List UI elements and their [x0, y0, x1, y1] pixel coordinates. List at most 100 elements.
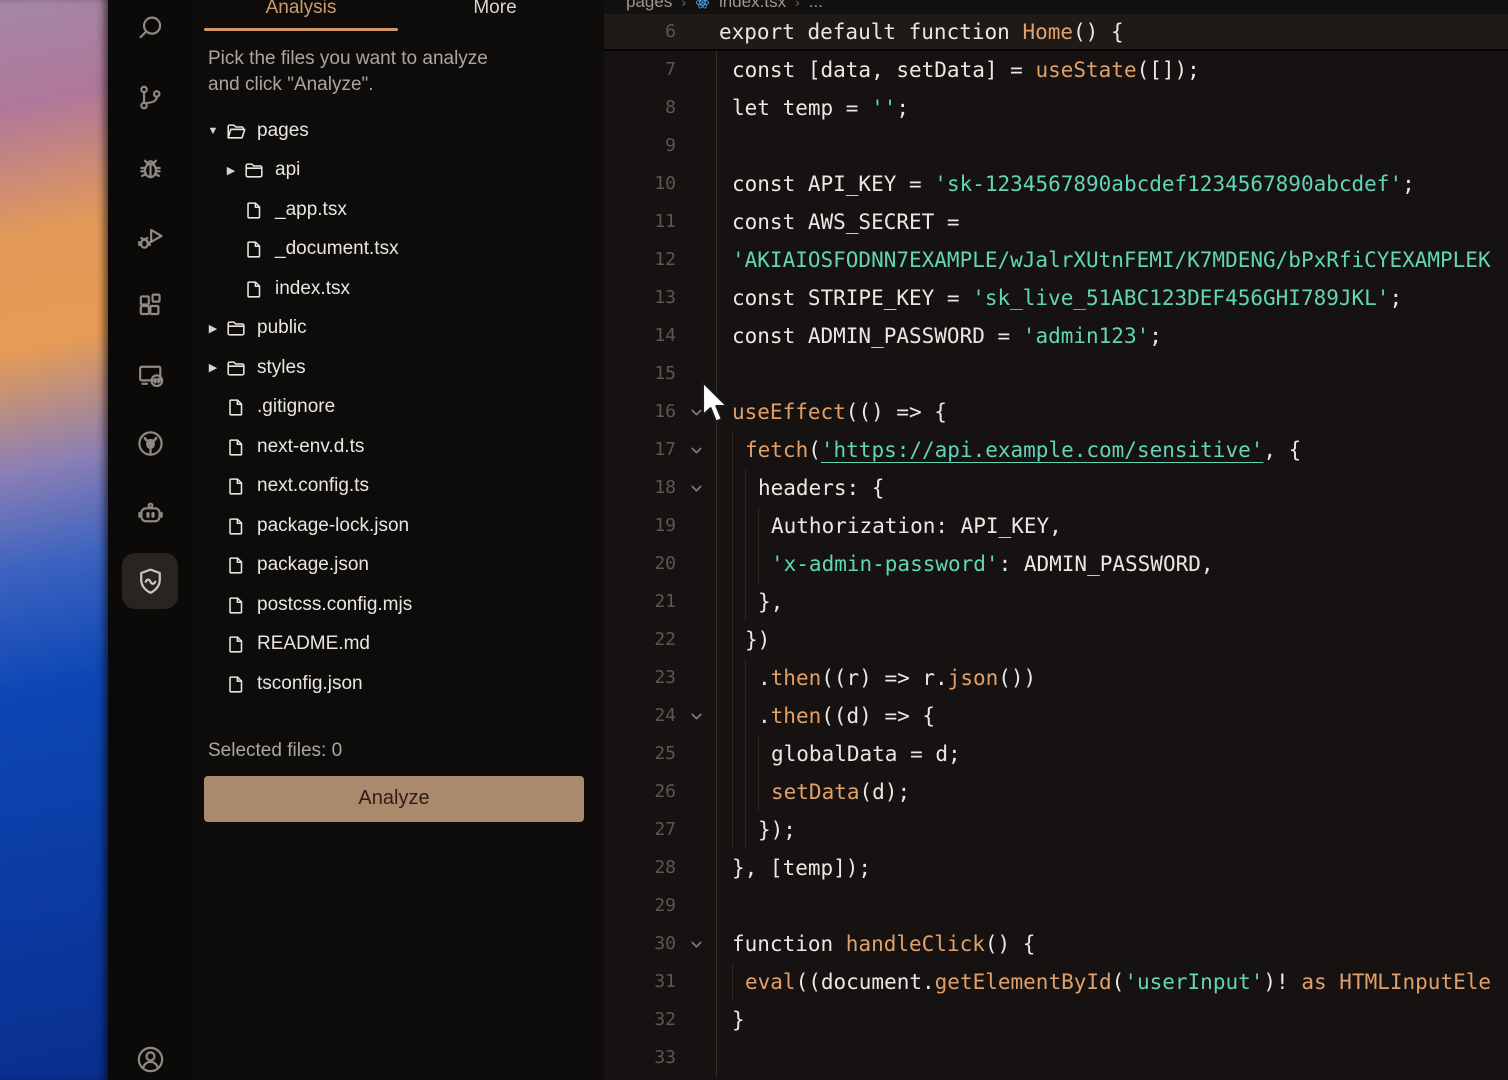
code-line[interactable]: 28}, [temp]);	[604, 849, 1508, 887]
breadcrumb[interactable]: pages›index.tsx›...	[604, 0, 1508, 14]
indent-guide	[719, 507, 732, 545]
token: function	[732, 932, 846, 956]
fold-chevron-icon[interactable]	[676, 469, 716, 507]
hint-line-1: Pick the files you want to analyze	[208, 48, 488, 69]
fold-chevron-icon[interactable]	[676, 697, 716, 735]
code-line[interactable]: 8let temp = '';	[604, 89, 1508, 127]
search-icon[interactable]	[128, 6, 172, 50]
tree-item-readme-md[interactable]: README.md	[192, 625, 604, 665]
code-line[interactable]: 13const STRIPE_KEY = 'sk_live_51ABC123DE…	[604, 279, 1508, 317]
code-line[interactable]: 30 function handleClick() {	[604, 925, 1508, 963]
code-line[interactable]: 15	[604, 355, 1508, 393]
tree-item-api[interactable]: ▶api	[192, 151, 604, 191]
tree-item-pages[interactable]: ▼pages	[192, 111, 604, 151]
code-line[interactable]: 14const ADMIN_PASSWORD = 'admin123';	[604, 317, 1508, 355]
copilot-icon[interactable]	[128, 491, 172, 535]
chevron-right-icon[interactable]: ▶	[220, 164, 242, 177]
tree-item-label: _document.tsx	[275, 238, 399, 260]
fold-spacer	[676, 241, 716, 279]
code-line[interactable]: 7const [data, setData] = useState([]);	[604, 51, 1508, 89]
code-line[interactable]: 31eval((document.getElementById('userInp…	[604, 963, 1508, 1001]
analyze-button[interactable]: Analyze	[204, 776, 584, 822]
code-line[interactable]: 33	[604, 1039, 1508, 1077]
tree-item-next-env-d-ts[interactable]: next-env.d.ts	[192, 427, 604, 467]
line-number: 30	[604, 925, 676, 963]
code-line[interactable]: 18headers: {	[604, 469, 1508, 507]
tree-item-postcss-config-mjs[interactable]: postcss.config.mjs	[192, 585, 604, 625]
tree-item-tsconfig-json[interactable]: tsconfig.json	[192, 664, 604, 704]
fold-spacer	[676, 355, 716, 393]
tree-item-app-tsx[interactable]: _app.tsx	[192, 190, 604, 230]
fold-chevron-icon[interactable]	[676, 431, 716, 469]
code-line[interactable]: 12 'AKIAIOSFODNN7EXAMPLE/wJalrXUtnFEMI/K7…	[604, 241, 1508, 279]
code-line[interactable]: 23.then((r) => r.json())	[604, 659, 1508, 697]
sticky-code-line[interactable]: 6export default function Home() {	[604, 14, 1508, 51]
breadcrumb-item[interactable]: pages	[626, 0, 672, 13]
source-control-icon[interactable]	[128, 75, 172, 119]
github-icon[interactable]	[128, 421, 172, 465]
code-line[interactable]: 19 Authorization: API_KEY,	[604, 507, 1508, 545]
token: }, [temp]);	[732, 856, 871, 880]
code-editor: pages›index.tsx›... 6export default func…	[604, 0, 1508, 1080]
line-number: 19	[604, 507, 676, 545]
tree-item-styles[interactable]: ▶styles	[192, 348, 604, 388]
tree-item-document-tsx[interactable]: _document.tsx	[192, 230, 604, 270]
code-line[interactable]: 26setData(d);	[604, 773, 1508, 811]
fold-spacer	[676, 1039, 716, 1077]
code-line[interactable]: 21},	[604, 583, 1508, 621]
tree-item-package-lock-json[interactable]: package-lock.json	[192, 506, 604, 546]
indent-guide	[732, 811, 745, 849]
token: }	[732, 1008, 745, 1032]
code-line[interactable]: 24.then((d) => {	[604, 697, 1508, 735]
tree-item-label: index.tsx	[275, 278, 350, 300]
code-text: function handleClick() {	[716, 925, 1508, 963]
remote-explorer-icon[interactable]	[128, 353, 172, 397]
tab-analysis[interactable]: Analysis	[204, 0, 398, 31]
fold-spacer	[676, 583, 716, 621]
extensions-icon[interactable]	[128, 284, 172, 328]
code-line[interactable]: 27});	[604, 811, 1508, 849]
indent-guide	[719, 887, 732, 925]
code-line[interactable]: 17fetch('https://api.example.com/sensiti…	[604, 431, 1508, 469]
code-text: Authorization: API_KEY,	[716, 507, 1508, 545]
fold-spacer	[676, 14, 716, 49]
line-number: 33	[604, 1039, 676, 1077]
fold-chevron-icon[interactable]	[676, 925, 716, 963]
code-text: },	[716, 583, 1508, 621]
code-line[interactable]: 29	[604, 887, 1508, 925]
token: 'AKIAIOSFODNN7EXAMPLE/wJalrXUtnFEMI/K7MD…	[732, 248, 1491, 272]
debug-icon[interactable]	[128, 145, 172, 189]
chevron-right-icon[interactable]: ▶	[202, 361, 224, 374]
token: Home	[1022, 20, 1073, 44]
token: })	[745, 628, 770, 652]
token: Authorization: API_KEY,	[771, 514, 1062, 538]
fold-chevron-icon[interactable]	[676, 393, 716, 431]
account-icon[interactable]	[128, 1037, 172, 1080]
tree-item-package-json[interactable]: package.json	[192, 546, 604, 586]
code-line[interactable]: 10const API_KEY = 'sk-1234567890abcdef12…	[604, 165, 1508, 203]
breadcrumb-item[interactable]: index.tsx	[719, 0, 786, 13]
tree-item-public[interactable]: ▶public	[192, 309, 604, 349]
code-line[interactable]: 32}	[604, 1001, 1508, 1039]
chevron-down-icon[interactable]: ▼	[202, 125, 224, 137]
line-number: 21	[604, 583, 676, 621]
tree-item-index-tsx[interactable]: index.tsx	[192, 269, 604, 309]
code-line[interactable]: 25globalData = d;	[604, 735, 1508, 773]
run-and-debug-icon[interactable]	[128, 215, 172, 259]
tab-more[interactable]: More	[398, 0, 592, 31]
code-line[interactable]: 9	[604, 127, 1508, 165]
line-number: 12	[604, 241, 676, 279]
line-number: 14	[604, 317, 676, 355]
tree-item-gitignore[interactable]: .gitignore	[192, 388, 604, 428]
code-text: 'AKIAIOSFODNN7EXAMPLE/wJalrXUtnFEMI/K7MD…	[716, 241, 1508, 279]
security-shield-icon[interactable]	[122, 553, 178, 609]
code-line[interactable]: 11const AWS_SECRET =	[604, 203, 1508, 241]
tree-item-next-config-ts[interactable]: next.config.ts	[192, 467, 604, 507]
code-line[interactable]: 22})	[604, 621, 1508, 659]
chevron-right-icon[interactable]: ▶	[202, 322, 224, 335]
code-line[interactable]: 20'x-admin-password': ADMIN_PASSWORD,	[604, 545, 1508, 583]
breadcrumb-item[interactable]: ...	[809, 0, 823, 13]
code-line[interactable]: 16useEffect(() => {	[604, 393, 1508, 431]
line-number: 26	[604, 773, 676, 811]
token: ((r) => r.	[821, 666, 947, 690]
